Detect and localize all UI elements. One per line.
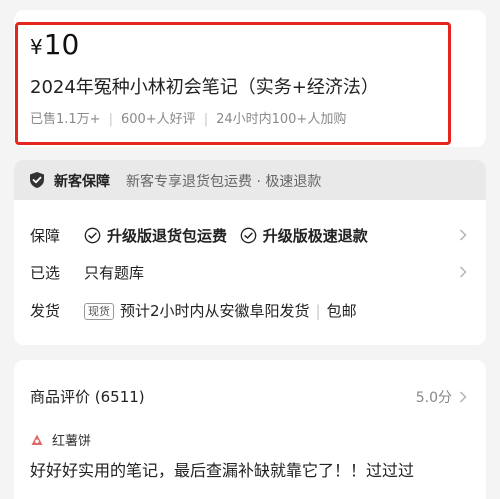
highlight-annotation-box xyxy=(15,22,451,145)
in-stock-tag: 现货 xyxy=(84,303,114,320)
protection-item-return-shipping: 升级版退货包运费 xyxy=(107,227,228,245)
shipping-eta: 预计2小时内从安徽阜阳发货 xyxy=(120,302,310,320)
avatar xyxy=(31,434,43,445)
shipping-label: 发货 xyxy=(30,302,61,320)
review-card: 商品评价 (6511) 5.0分 红薯饼 好好好实用的笔记，最后查漏补缺就靠它了… xyxy=(14,360,486,499)
guarantee-title: 新客保障 xyxy=(54,174,110,190)
protection-items: 升级版退货包运费 升级版极速退款 xyxy=(84,225,368,246)
reviews-header[interactable]: 商品评价 (6511) xyxy=(30,386,145,407)
shield-check-icon xyxy=(30,172,44,188)
reviewer-name: 红薯饼 xyxy=(52,434,92,449)
chevron-right-icon xyxy=(459,266,467,278)
chevron-right-icon xyxy=(459,229,467,241)
protection-item-fast-refund: 升级版极速退款 xyxy=(262,227,368,245)
shipping-divider: | xyxy=(315,302,321,320)
reviewer: 红薯饼 xyxy=(30,430,91,449)
selected-row[interactable]: 已选 只有题库 xyxy=(14,256,486,288)
chevron-right-icon[interactable] xyxy=(456,390,470,404)
review-score[interactable]: 5.0分 xyxy=(416,387,452,407)
product-page: ¥10 2024年冤种小林初会笔记（实务+经济法） 已售1.1万+ | 600+人好… xyxy=(0,0,500,499)
check-circle-icon xyxy=(240,227,257,244)
shipping-row: 发货 现货 预计2小时内从安徽阜阳发货 | 包邮 xyxy=(14,294,486,326)
guarantee-card: 新客保障 新客专享退货包运费 · 极速退款 保障 升级版退货包运费 升级版极速退… xyxy=(14,160,486,345)
protection-label: 保障 xyxy=(30,227,61,245)
selected-value: 只有题库 xyxy=(84,264,145,282)
review-text: 好好好实用的笔记，最后查漏补缺就靠它了！！过过过 xyxy=(30,461,415,480)
shipping-info: 现货 预计2小时内从安徽阜阳发货 | 包邮 xyxy=(84,300,357,321)
check-circle-icon xyxy=(84,227,101,244)
free-shipping: 包邮 xyxy=(326,302,357,320)
guarantee-desc: 新客专享退货包运费 · 极速退款 xyxy=(126,174,322,190)
new-customer-guarantee-bar[interactable]: 新客保障 新客专享退货包运费 · 极速退款 xyxy=(14,160,486,200)
selected-label: 已选 xyxy=(30,264,61,282)
protection-row[interactable]: 保障 升级版退货包运费 升级版极速退款 xyxy=(14,219,486,251)
